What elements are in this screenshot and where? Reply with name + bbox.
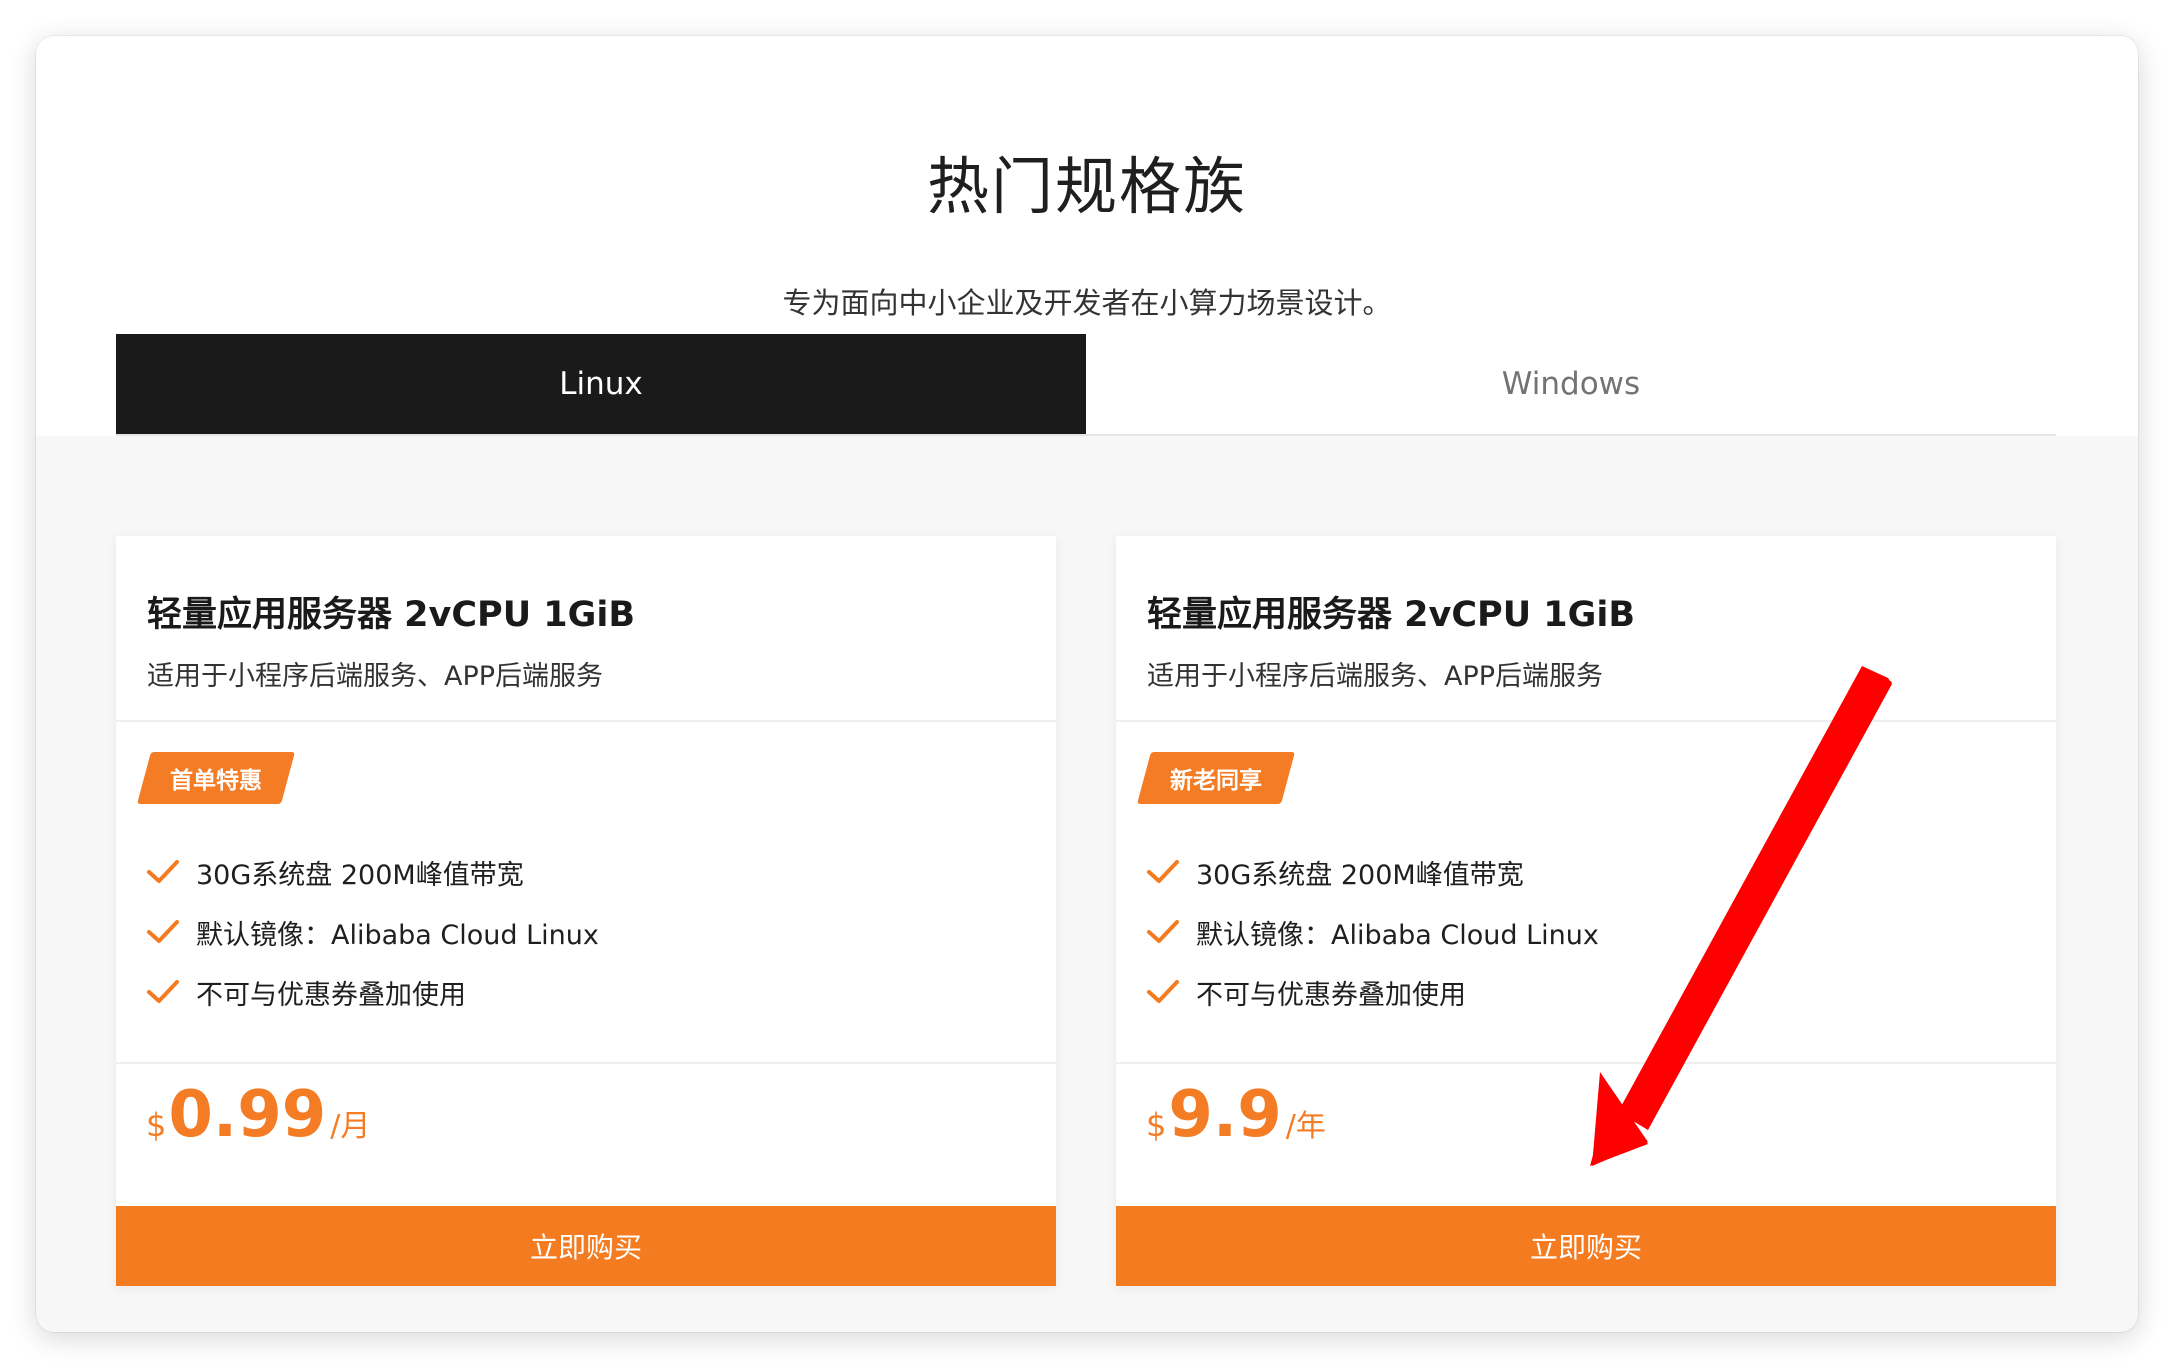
- feature-text: 默认镜像：Alibaba Cloud Linux: [196, 919, 599, 951]
- check-icon: [147, 980, 179, 1003]
- card-title: 轻量应用服务器 2vCPU 1GiB: [147, 595, 636, 635]
- feature-list: 30G系统盘 200M峰值带宽 默认镜像：Alibaba Cloud Linux…: [1146, 842, 1599, 1022]
- feature-text: 不可与优惠券叠加使用: [1196, 979, 1466, 1011]
- pricing-window: 热门规格族 专为面向中小企业及开发者在小算力场景设计。 Linux Window…: [36, 36, 2138, 1332]
- price-currency: $: [146, 1106, 167, 1144]
- check-icon: [147, 920, 179, 943]
- list-item: 默认镜像：Alibaba Cloud Linux: [146, 902, 599, 962]
- check-icon: [147, 860, 179, 883]
- card-description: 适用于小程序后端服务、APP后端服务: [1147, 661, 1604, 692]
- check-icon: [1147, 980, 1179, 1003]
- tab-linux[interactable]: Linux: [116, 334, 1086, 434]
- feature-text: 30G系统盘 200M峰值带宽: [196, 859, 524, 891]
- promo-badge: 首单特惠: [144, 752, 288, 804]
- price-unit: /月: [330, 1109, 371, 1144]
- card-header: 轻量应用服务器 2vCPU 1GiB 适用于小程序后端服务、APP后端服务: [116, 536, 1056, 722]
- feature-text: 30G系统盘 200M峰值带宽: [1196, 859, 1524, 891]
- feature-list: 30G系统盘 200M峰值带宽 默认镜像：Alibaba Cloud Linux…: [146, 842, 599, 1022]
- product-card: 轻量应用服务器 2vCPU 1GiB 适用于小程序后端服务、APP后端服务 新老…: [1116, 536, 2056, 1286]
- list-item: 30G系统盘 200M峰值带宽: [1146, 842, 1599, 902]
- price-unit: /年: [1285, 1109, 1326, 1144]
- buy-now-button[interactable]: 立即购买: [1116, 1206, 2056, 1286]
- price-amount: 9.9: [1168, 1078, 1282, 1152]
- list-item: 不可与优惠券叠加使用: [146, 962, 599, 1022]
- promo-badge: 新老同享: [1144, 752, 1288, 804]
- feature-text: 默认镜像：Alibaba Cloud Linux: [1196, 919, 1599, 951]
- check-icon: [1147, 860, 1179, 883]
- page-title: 热门规格族: [926, 150, 1247, 223]
- price-currency: $: [1146, 1106, 1167, 1144]
- price: $ 0.99 /月: [146, 1078, 370, 1152]
- buy-now-button[interactable]: 立即购买: [116, 1206, 1056, 1286]
- card-description: 适用于小程序后端服务、APP后端服务: [147, 661, 604, 692]
- feature-text: 不可与优惠券叠加使用: [196, 979, 466, 1011]
- card-body: 首单特惠 30G系统盘 200M峰值带宽 默认镜像：Alibaba Cloud …: [116, 722, 1056, 1064]
- card-title: 轻量应用服务器 2vCPU 1GiB: [1147, 595, 1636, 635]
- promo-badge-label: 新老同享: [1170, 768, 1262, 794]
- tab-windows[interactable]: Windows: [1086, 334, 2056, 434]
- price: $ 9.9 /年: [1146, 1078, 1326, 1152]
- card-header: 轻量应用服务器 2vCPU 1GiB 适用于小程序后端服务、APP后端服务: [1116, 536, 2056, 722]
- list-item: 30G系统盘 200M峰值带宽: [146, 842, 599, 902]
- promo-badge-label: 首单特惠: [170, 768, 262, 794]
- list-item: 不可与优惠券叠加使用: [1146, 962, 1599, 1022]
- product-card: 轻量应用服务器 2vCPU 1GiB 适用于小程序后端服务、APP后端服务 首单…: [116, 536, 1056, 1286]
- header-section: 热门规格族 专为面向中小企业及开发者在小算力场景设计。 Linux Window…: [36, 36, 2138, 436]
- page-subtitle: 专为面向中小企业及开发者在小算力场景设计。: [782, 286, 1392, 320]
- os-tabs: Linux Windows: [116, 334, 2056, 436]
- price-amount: 0.99: [168, 1078, 327, 1152]
- check-icon: [1147, 920, 1179, 943]
- card-body: 新老同享 30G系统盘 200M峰值带宽 默认镜像：Alibaba Cloud …: [1116, 722, 2056, 1064]
- list-item: 默认镜像：Alibaba Cloud Linux: [1146, 902, 1599, 962]
